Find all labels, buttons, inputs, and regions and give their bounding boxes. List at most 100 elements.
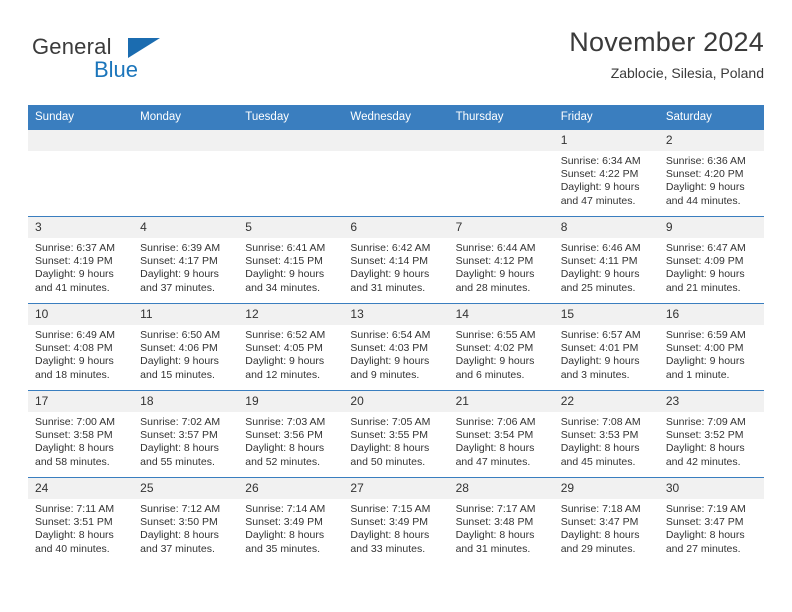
- calendar-day-cell[interactable]: 14 Sunrise: 6:55 AM Sunset: 4:02 PM Dayligh…: [448, 303, 554, 391]
- calendar-day-cell[interactable]: 22 Sunrise: 7:08 AM Sunset: 3:53 PM Dayligh…: [553, 390, 659, 478]
- day-details: Sunrise: 7:19 AM Sunset: 3:47 PM Daylight:…: [659, 499, 764, 556]
- sunset-text: Sunset: 4:06 PM: [140, 342, 218, 355]
- calendar-day-cell[interactable]: 12 Sunrise: 6:52 AM Sunset: 4:05 PM Dayligh…: [238, 303, 344, 391]
- daylight-text: and 31 minutes.: [350, 281, 426, 294]
- calendar-day-cell[interactable]: 9 Sunrise: 6:47 AM Sunset: 4:09 PM Daylight…: [658, 216, 764, 304]
- daylight-text: Daylight: 8 hours: [350, 442, 430, 455]
- calendar-day-cell[interactable]: 7 Sunrise: 6:44 AM Sunset: 4:12 PM Daylight…: [448, 216, 554, 304]
- day-number: [238, 130, 344, 151]
- calendar-day-cell[interactable]: 10 Sunrise: 6:49 AM Sunset: 4:08 PM Dayligh…: [28, 303, 134, 391]
- weekday-header-thursday: Thursday: [448, 105, 554, 130]
- day-number: 20: [343, 391, 449, 412]
- calendar-day-cell[interactable]: 16 Sunrise: 6:59 AM Sunset: 4:00 PM Dayligh…: [658, 303, 764, 391]
- daylight-text: and 3 minutes.: [560, 368, 630, 381]
- daylight-text: Daylight: 9 hours: [665, 355, 745, 368]
- day-number: 25: [133, 478, 239, 499]
- calendar-day-cell[interactable]: 17 Sunrise: 7:00 AM Sunset: 3:58 PM Dayligh…: [28, 390, 134, 478]
- daylight-text: and 15 minutes.: [140, 368, 215, 381]
- calendar-day-cell[interactable]: 5 Sunrise: 6:41 AM Sunset: 4:15 PM Daylight…: [238, 216, 344, 304]
- calendar-day-cell[interactable]: 30 Sunrise: 7:19 AM Sunset: 3:47 PM Dayligh…: [658, 477, 764, 564]
- sunset-text: Sunset: 3:47 PM: [665, 516, 744, 529]
- calendar-day-cell[interactable]: 27 Sunrise: 7:15 AM Sunset: 3:49 PM Dayligh…: [343, 477, 449, 564]
- daylight-text: Daylight: 8 hours: [350, 529, 430, 542]
- calendar-day-cell[interactable]: 8 Sunrise: 6:46 AM Sunset: 4:11 PM Daylight…: [553, 216, 659, 304]
- sunset-text: Sunset: 3:47 PM: [560, 516, 639, 529]
- sunrise-text: Sunrise: 6:49 AM: [35, 329, 115, 341]
- calendar-day-cell[interactable]: 15 Sunrise: 6:57 AM Sunset: 4:01 PM Dayligh…: [553, 303, 659, 391]
- day-number: [343, 130, 449, 151]
- daylight-text: and 37 minutes.: [140, 542, 215, 555]
- day-number: 17: [28, 391, 134, 412]
- day-details: Sunrise: 6:36 AM Sunset: 4:20 PM Daylight:…: [659, 151, 764, 208]
- day-details: Sunrise: 6:49 AM Sunset: 4:08 PM Daylight:…: [28, 325, 133, 382]
- sunset-text: Sunset: 4:08 PM: [35, 342, 113, 355]
- calendar-day-cell[interactable]: 1 Sunrise: 6:34 AM Sunset: 4:22 PM Daylight…: [553, 129, 659, 217]
- day-details: Sunrise: 7:03 AM Sunset: 3:56 PM Daylight:…: [238, 412, 343, 469]
- calendar-day-cell[interactable]: 20 Sunrise: 7:05 AM Sunset: 3:55 PM Dayligh…: [343, 390, 449, 478]
- weekday-header-friday: Friday: [553, 105, 659, 130]
- daylight-text: Daylight: 9 hours: [665, 181, 745, 194]
- daylight-text: and 21 minutes.: [665, 281, 741, 294]
- day-number: 22: [553, 391, 659, 412]
- sunrise-text: Sunrise: 6:55 AM: [455, 329, 536, 341]
- calendar-day-cell[interactable]: 25 Sunrise: 7:12 AM Sunset: 3:50 PM Dayligh…: [133, 477, 239, 564]
- day-details: Sunrise: 7:08 AM Sunset: 3:53 PM Daylight:…: [554, 412, 659, 469]
- calendar-day-cell[interactable]: 4 Sunrise: 6:39 AM Sunset: 4:17 PM Daylight…: [133, 216, 239, 304]
- daylight-text: Daylight: 9 hours: [560, 181, 640, 194]
- calendar-day-cell[interactable]: 26 Sunrise: 7:14 AM Sunset: 3:49 PM Dayligh…: [238, 477, 344, 564]
- day-number: 15: [553, 304, 659, 325]
- weekday-header-sunday: Sunday: [28, 105, 134, 130]
- calendar-day-cell[interactable]: 18 Sunrise: 7:02 AM Sunset: 3:57 PM Dayligh…: [133, 390, 239, 478]
- day-number: 13: [343, 304, 449, 325]
- calendar-day-cell[interactable]: 11 Sunrise: 6:50 AM Sunset: 4:06 PM Dayligh…: [133, 303, 239, 391]
- daylight-text: and 34 minutes.: [245, 281, 320, 294]
- calendar-day-cell[interactable]: 21 Sunrise: 7:06 AM Sunset: 3:54 PM Dayligh…: [448, 390, 554, 478]
- calendar-day-cell[interactable]: 24 Sunrise: 7:11 AM Sunset: 3:51 PM Dayligh…: [28, 477, 134, 564]
- sunset-text: Sunset: 3:58 PM: [35, 429, 113, 442]
- calendar-day-cell[interactable]: 29 Sunrise: 7:18 AM Sunset: 3:47 PM Dayligh…: [553, 477, 659, 564]
- day-number: 7: [448, 217, 554, 238]
- daylight-text: Daylight: 8 hours: [560, 529, 640, 542]
- sunrise-text: Sunrise: 7:14 AM: [245, 503, 326, 515]
- general-blue-logo[interactable]: General Blue: [32, 34, 212, 86]
- day-number: 28: [448, 478, 554, 499]
- calendar-day-cell[interactable]: 23 Sunrise: 7:09 AM Sunset: 3:52 PM Dayligh…: [658, 390, 764, 478]
- calendar-day-cell[interactable]: 19 Sunrise: 7:03 AM Sunset: 3:56 PM Dayligh…: [238, 390, 344, 478]
- day-details: Sunrise: 6:54 AM Sunset: 4:03 PM Daylight:…: [343, 325, 448, 382]
- sunset-text: Sunset: 4:19 PM: [35, 255, 113, 268]
- day-details: Sunrise: 7:15 AM Sunset: 3:49 PM Daylight:…: [343, 499, 448, 556]
- daylight-text: Daylight: 8 hours: [455, 529, 535, 542]
- day-number: 29: [553, 478, 659, 499]
- day-details: Sunrise: 7:11 AM Sunset: 3:51 PM Daylight:…: [28, 499, 133, 556]
- weekday-header-monday: Monday: [133, 105, 239, 130]
- calendar-week-row: 1 Sunrise: 6:34 AM Sunset: 4:22 PM Daylight…: [28, 129, 764, 217]
- sunrise-text: Sunrise: 7:03 AM: [245, 416, 326, 428]
- day-number: [448, 130, 554, 151]
- calendar-day-cell[interactable]: 3 Sunrise: 6:37 AM Sunset: 4:19 PM Daylight…: [28, 216, 134, 304]
- day-details: Sunrise: 6:50 AM Sunset: 4:06 PM Daylight:…: [133, 325, 238, 382]
- day-details: Sunrise: 7:09 AM Sunset: 3:52 PM Daylight:…: [659, 412, 764, 469]
- daylight-text: and 42 minutes.: [665, 455, 741, 468]
- day-number: 11: [133, 304, 239, 325]
- sunrise-text: Sunrise: 6:36 AM: [665, 155, 746, 167]
- calendar-day-cell[interactable]: 6 Sunrise: 6:42 AM Sunset: 4:14 PM Daylight…: [343, 216, 449, 304]
- sunset-text: Sunset: 4:00 PM: [665, 342, 744, 355]
- calendar-day-cell[interactable]: 28 Sunrise: 7:17 AM Sunset: 3:48 PM Dayligh…: [448, 477, 554, 564]
- daylight-text: Daylight: 8 hours: [455, 442, 535, 455]
- day-number: 12: [238, 304, 344, 325]
- daylight-text: Daylight: 9 hours: [455, 355, 535, 368]
- calendar-day-cell[interactable]: 2 Sunrise: 6:36 AM Sunset: 4:20 PM Daylight…: [658, 129, 764, 217]
- day-number: 26: [238, 478, 344, 499]
- daylight-text: and 37 minutes.: [140, 281, 215, 294]
- sunset-text: Sunset: 4:01 PM: [560, 342, 639, 355]
- sunset-text: Sunset: 4:03 PM: [350, 342, 429, 355]
- sunset-text: Sunset: 3:49 PM: [350, 516, 429, 529]
- day-details: Sunrise: 7:14 AM Sunset: 3:49 PM Daylight:…: [238, 499, 343, 556]
- sunset-text: Sunset: 3:57 PM: [140, 429, 218, 442]
- daylight-text: and 47 minutes.: [455, 455, 531, 468]
- calendar-day-cell-empty: [238, 129, 344, 217]
- day-details: Sunrise: 6:44 AM Sunset: 4:12 PM Daylight:…: [449, 238, 554, 295]
- day-details: Sunrise: 6:46 AM Sunset: 4:11 PM Daylight:…: [554, 238, 659, 295]
- calendar-day-cell[interactable]: 13 Sunrise: 6:54 AM Sunset: 4:03 PM Dayligh…: [343, 303, 449, 391]
- calendar-day-cell-empty: [133, 129, 239, 217]
